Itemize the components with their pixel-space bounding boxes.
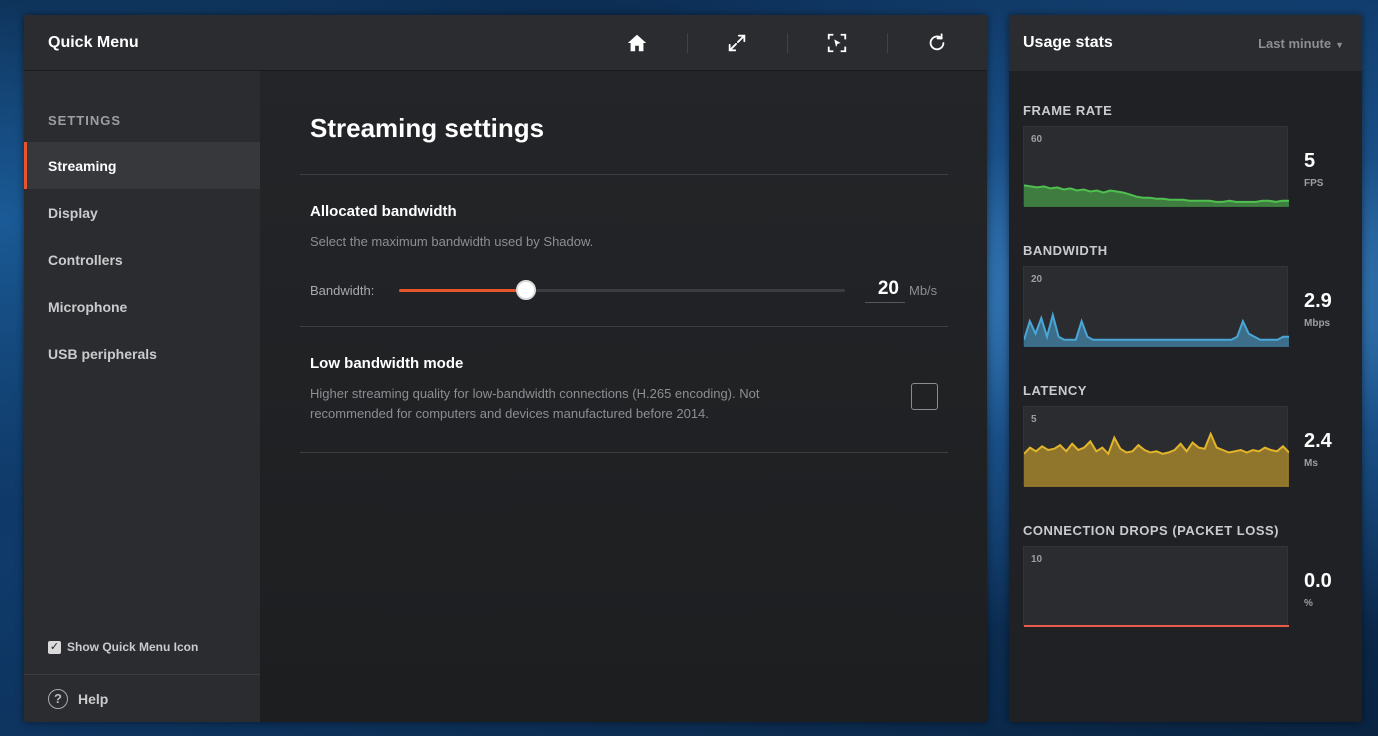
bandwidth-graph: 20 [1023,266,1289,347]
show-quick-menu-icon-checkbox[interactable]: ✓ [48,640,61,654]
graph-max-label: 10 [1031,554,1043,565]
section-heading: Allocated bandwidth [310,203,457,220]
graph-max-label: 60 [1031,134,1043,145]
home-button[interactable] [587,15,687,71]
usage-stats-header: Usage stats Last minute ▼ [1009,15,1362,71]
bandwidth-slider-thumb[interactable] [516,279,537,300]
sidebar-item-label: Streaming [48,157,117,174]
quick-menu-window: Quick Menu SETTINGS Streaming Display Co… [24,15,987,722]
low-bandwidth-mode-section: Low bandwidth mode Higher streaming qual… [300,327,948,453]
chevron-down-icon: ▼ [1335,39,1344,50]
usage-stats-panel: Usage stats Last minute ▼ FRAME RATE 60 5… [1009,15,1362,722]
metric-title: LATENCY [1023,383,1087,398]
sidebar-item-display[interactable]: Display [24,189,260,236]
home-icon [627,34,647,51]
help-button[interactable]: ? Help [24,674,260,722]
metric-title: BANDWIDTH [1023,243,1108,258]
packet-loss-graph: 10 [1023,546,1289,627]
bandwidth-slider[interactable] [399,279,845,300]
period-value: Last minute [1258,35,1332,51]
section-heading: Low bandwidth mode [310,355,464,372]
frame-rate-graph: 60 [1023,126,1289,207]
latency-graph: 5 [1023,406,1289,487]
bandwidth-area [1024,315,1289,347]
allocated-bandwidth-section: Allocated bandwidth Select the maximum b… [300,175,948,327]
section-description: Higher streaming quality for low-bandwid… [310,386,760,421]
period-dropdown[interactable]: Last minute ▼ [1258,36,1344,51]
usage-stats-title: Usage stats [1023,34,1113,51]
metric-value: 2.4 [1304,430,1332,452]
metric-bandwidth: BANDWIDTH 20 2.9 Mbps [1023,243,1353,353]
show-quick-menu-icon-label: Show Quick Menu Icon [67,640,199,654]
sidebar-item-controllers[interactable]: Controllers [24,236,260,283]
settings-content: Streaming settings Allocated bandwidth S… [260,71,987,722]
metric-value: 5 [1304,150,1316,172]
metric-title: FRAME RATE [1023,103,1113,118]
bandwidth-slider-row: Bandwidth: 20 Mb/s [310,278,938,303]
sidebar-item-microphone[interactable]: Microphone [24,283,260,330]
quick-menu-header: Quick Menu [24,15,987,71]
bandwidth-unit: Mb/s [909,282,938,298]
sidebar-item-label: Display [48,204,98,221]
bandwidth-value-input[interactable]: 20 [865,278,905,303]
quick-menu-title: Quick Menu [48,33,139,51]
sidebar-item-usb-peripherals[interactable]: USB peripherals [24,330,260,377]
help-label: Help [78,690,109,707]
screenshot-button[interactable] [787,15,887,71]
metric-unit: % [1304,598,1313,609]
metric-unit: Ms [1304,458,1318,469]
sidebar-item-streaming[interactable]: Streaming [24,142,260,189]
metric-packet-loss: CONNECTION DROPS (PACKET LOSS) 10 0.0 % [1023,523,1353,633]
metric-frame-rate: FRAME RATE 60 5 FPS [1023,103,1353,213]
bandwidth-slider-label: Bandwidth: [310,282,375,298]
screenshot-icon [827,33,847,52]
graph-max-label: 20 [1031,274,1043,285]
bandwidth-slider-fill [399,288,527,292]
low-bandwidth-mode-checkbox[interactable] [911,383,938,410]
show-quick-menu-icon-toggle[interactable]: ✓ Show Quick Menu Icon [48,640,198,654]
metric-unit: Mbps [1304,318,1331,329]
metric-title: CONNECTION DROPS (PACKET LOSS) [1023,523,1279,538]
sidebar-item-label: Controllers [48,251,123,268]
help-icon: ? [48,688,68,709]
fullscreen-icon [728,34,746,51]
refresh-button[interactable] [887,15,987,71]
metric-latency: LATENCY 5 2.4 Ms [1023,383,1353,493]
settings-sidebar: SETTINGS Streaming Display Controllers M… [24,71,260,722]
latency-area [1024,433,1289,487]
sidebar-section-title: SETTINGS [48,113,122,128]
sidebar-item-label: USB peripherals [48,345,157,362]
metric-value: 0.0 [1304,570,1332,592]
toolbar [587,15,987,71]
fullscreen-button[interactable] [687,15,787,71]
refresh-icon [929,32,945,50]
graph-max-label: 5 [1031,414,1037,425]
metric-value: 2.9 [1304,290,1332,312]
metric-unit: FPS [1304,178,1324,189]
page-title: Streaming settings [300,71,948,175]
section-description: Select the maximum bandwidth used by Sha… [310,234,594,249]
sidebar-item-label: Microphone [48,298,128,315]
